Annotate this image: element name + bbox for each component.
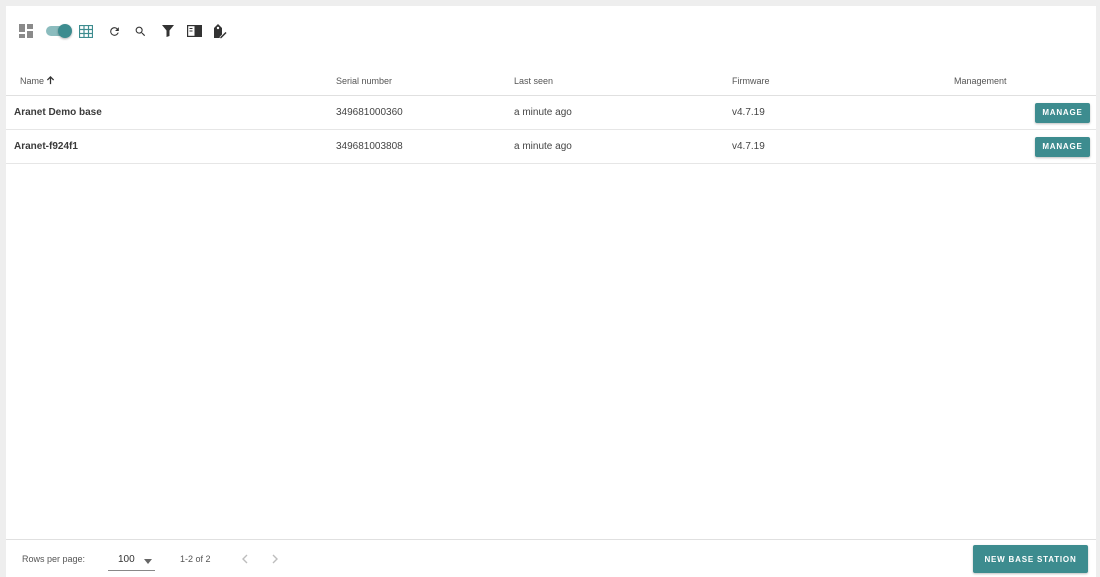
previous-page-button[interactable] <box>236 551 252 567</box>
station-firmware: v4.7.19 <box>732 107 765 118</box>
rows-per-page-value: 100 <box>118 554 135 565</box>
station-name: Aranet-f924f1 <box>14 141 78 152</box>
column-header-firmware[interactable]: Firmware <box>732 66 770 95</box>
manage-button[interactable]: MANAGE <box>1035 136 1090 157</box>
base-stations-panel: Name Serial number Last seen Firmware Ma… <box>6 6 1096 577</box>
station-action-cell: MANAGE <box>1035 96 1090 129</box>
columns-icon[interactable] <box>184 21 204 41</box>
sort-ascending-icon <box>46 76 55 85</box>
next-page-button[interactable] <box>267 551 283 567</box>
grid-view-icon[interactable] <box>16 21 36 41</box>
column-header-serial[interactable]: Serial number <box>336 66 392 95</box>
station-action-cell: MANAGE <box>1035 130 1090 163</box>
search-icon[interactable] <box>130 21 150 41</box>
table-row[interactable]: Aranet Demo base 349681000360 a minute a… <box>6 96 1096 130</box>
chevron-right-icon <box>272 554 278 564</box>
toggle-thumb <box>58 24 72 38</box>
column-header-last-seen[interactable]: Last seen <box>514 66 553 95</box>
station-serial: 349681003808 <box>336 141 403 152</box>
refresh-icon[interactable] <box>104 21 124 41</box>
toolbar <box>16 20 230 42</box>
caret-down-icon <box>144 556 152 567</box>
pagination-info: 1-2 of 2 <box>180 554 211 564</box>
column-header-management: Management <box>954 75 1007 86</box>
station-name: Aranet Demo base <box>14 107 102 118</box>
station-serial: 349681000360 <box>336 107 403 118</box>
station-last-seen: a minute ago <box>514 107 572 118</box>
table-header: Name Serial number Last seen Firmware Ma… <box>6 66 1096 96</box>
rows-per-page-label: Rows per page: <box>22 554 86 564</box>
column-header-name[interactable]: Name <box>20 66 55 95</box>
chevron-left-icon <box>241 554 247 564</box>
new-base-station-button[interactable]: NEW BASE STATION <box>973 545 1088 573</box>
view-toggle[interactable] <box>46 21 72 41</box>
table-view-icon[interactable] <box>76 21 96 41</box>
filter-icon[interactable] <box>158 21 178 41</box>
station-firmware: v4.7.19 <box>732 141 765 152</box>
rows-per-page-select[interactable]: 100 <box>108 549 155 571</box>
table-row[interactable]: Aranet-f924f1 349681003808 a minute ago … <box>6 130 1096 164</box>
station-last-seen: a minute ago <box>514 141 572 152</box>
table-footer: Rows per page: 100 1-2 of 2 NEW BASE STA… <box>6 539 1096 577</box>
tag-edit-icon[interactable] <box>210 21 230 41</box>
column-header-name-label: Name <box>20 75 45 86</box>
manage-button[interactable]: MANAGE <box>1035 102 1090 123</box>
